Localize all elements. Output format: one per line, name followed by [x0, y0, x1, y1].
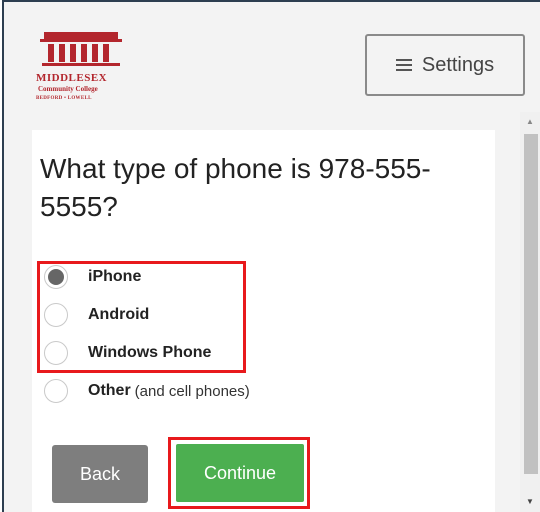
- option-iphone[interactable]: iPhone: [44, 258, 464, 296]
- college-logo: MIDDLESEX Community College BEDFORD • LO…: [36, 30, 126, 108]
- vertical-scrollbar[interactable]: ▲ ▼: [520, 112, 540, 512]
- settings-label: Settings: [421, 53, 495, 76]
- phone-type-options: iPhone Android Windows Phone Other (and …: [44, 258, 464, 410]
- question-text: What type of phone is 978-555-5555?: [40, 153, 431, 222]
- option-label: iPhone: [88, 268, 142, 285]
- option-note: (and cell phones): [134, 382, 250, 400]
- option-other[interactable]: Other (and cell phones): [44, 372, 464, 410]
- menu-icon: [395, 56, 412, 74]
- scroll-thumb[interactable]: [524, 134, 538, 474]
- logo-subtitle: Community College: [38, 85, 98, 93]
- radio-other[interactable]: [44, 379, 68, 403]
- option-label: Android: [88, 306, 150, 323]
- option-label: Other: [88, 382, 131, 399]
- logo-name: MIDDLESEX: [36, 72, 108, 84]
- scroll-down-arrow-icon[interactable]: ▼: [520, 492, 540, 510]
- radio-android[interactable]: [44, 303, 68, 327]
- option-label: Windows Phone: [88, 344, 212, 361]
- settings-button[interactable]: Settings: [365, 34, 525, 96]
- header: MIDDLESEX Community College BEDFORD • LO…: [4, 2, 540, 112]
- back-button[interactable]: Back: [52, 445, 148, 503]
- radio-iphone[interactable]: [44, 265, 68, 289]
- logo-locations: BEDFORD • LOWELL: [36, 96, 92, 101]
- scroll-up-arrow-icon[interactable]: ▲: [520, 112, 540, 130]
- continue-button[interactable]: Continue: [176, 444, 304, 502]
- option-windows-phone[interactable]: Windows Phone: [44, 334, 464, 372]
- option-android[interactable]: Android: [44, 296, 464, 334]
- college-building-icon: [40, 32, 122, 66]
- radio-windows-phone[interactable]: [44, 341, 68, 365]
